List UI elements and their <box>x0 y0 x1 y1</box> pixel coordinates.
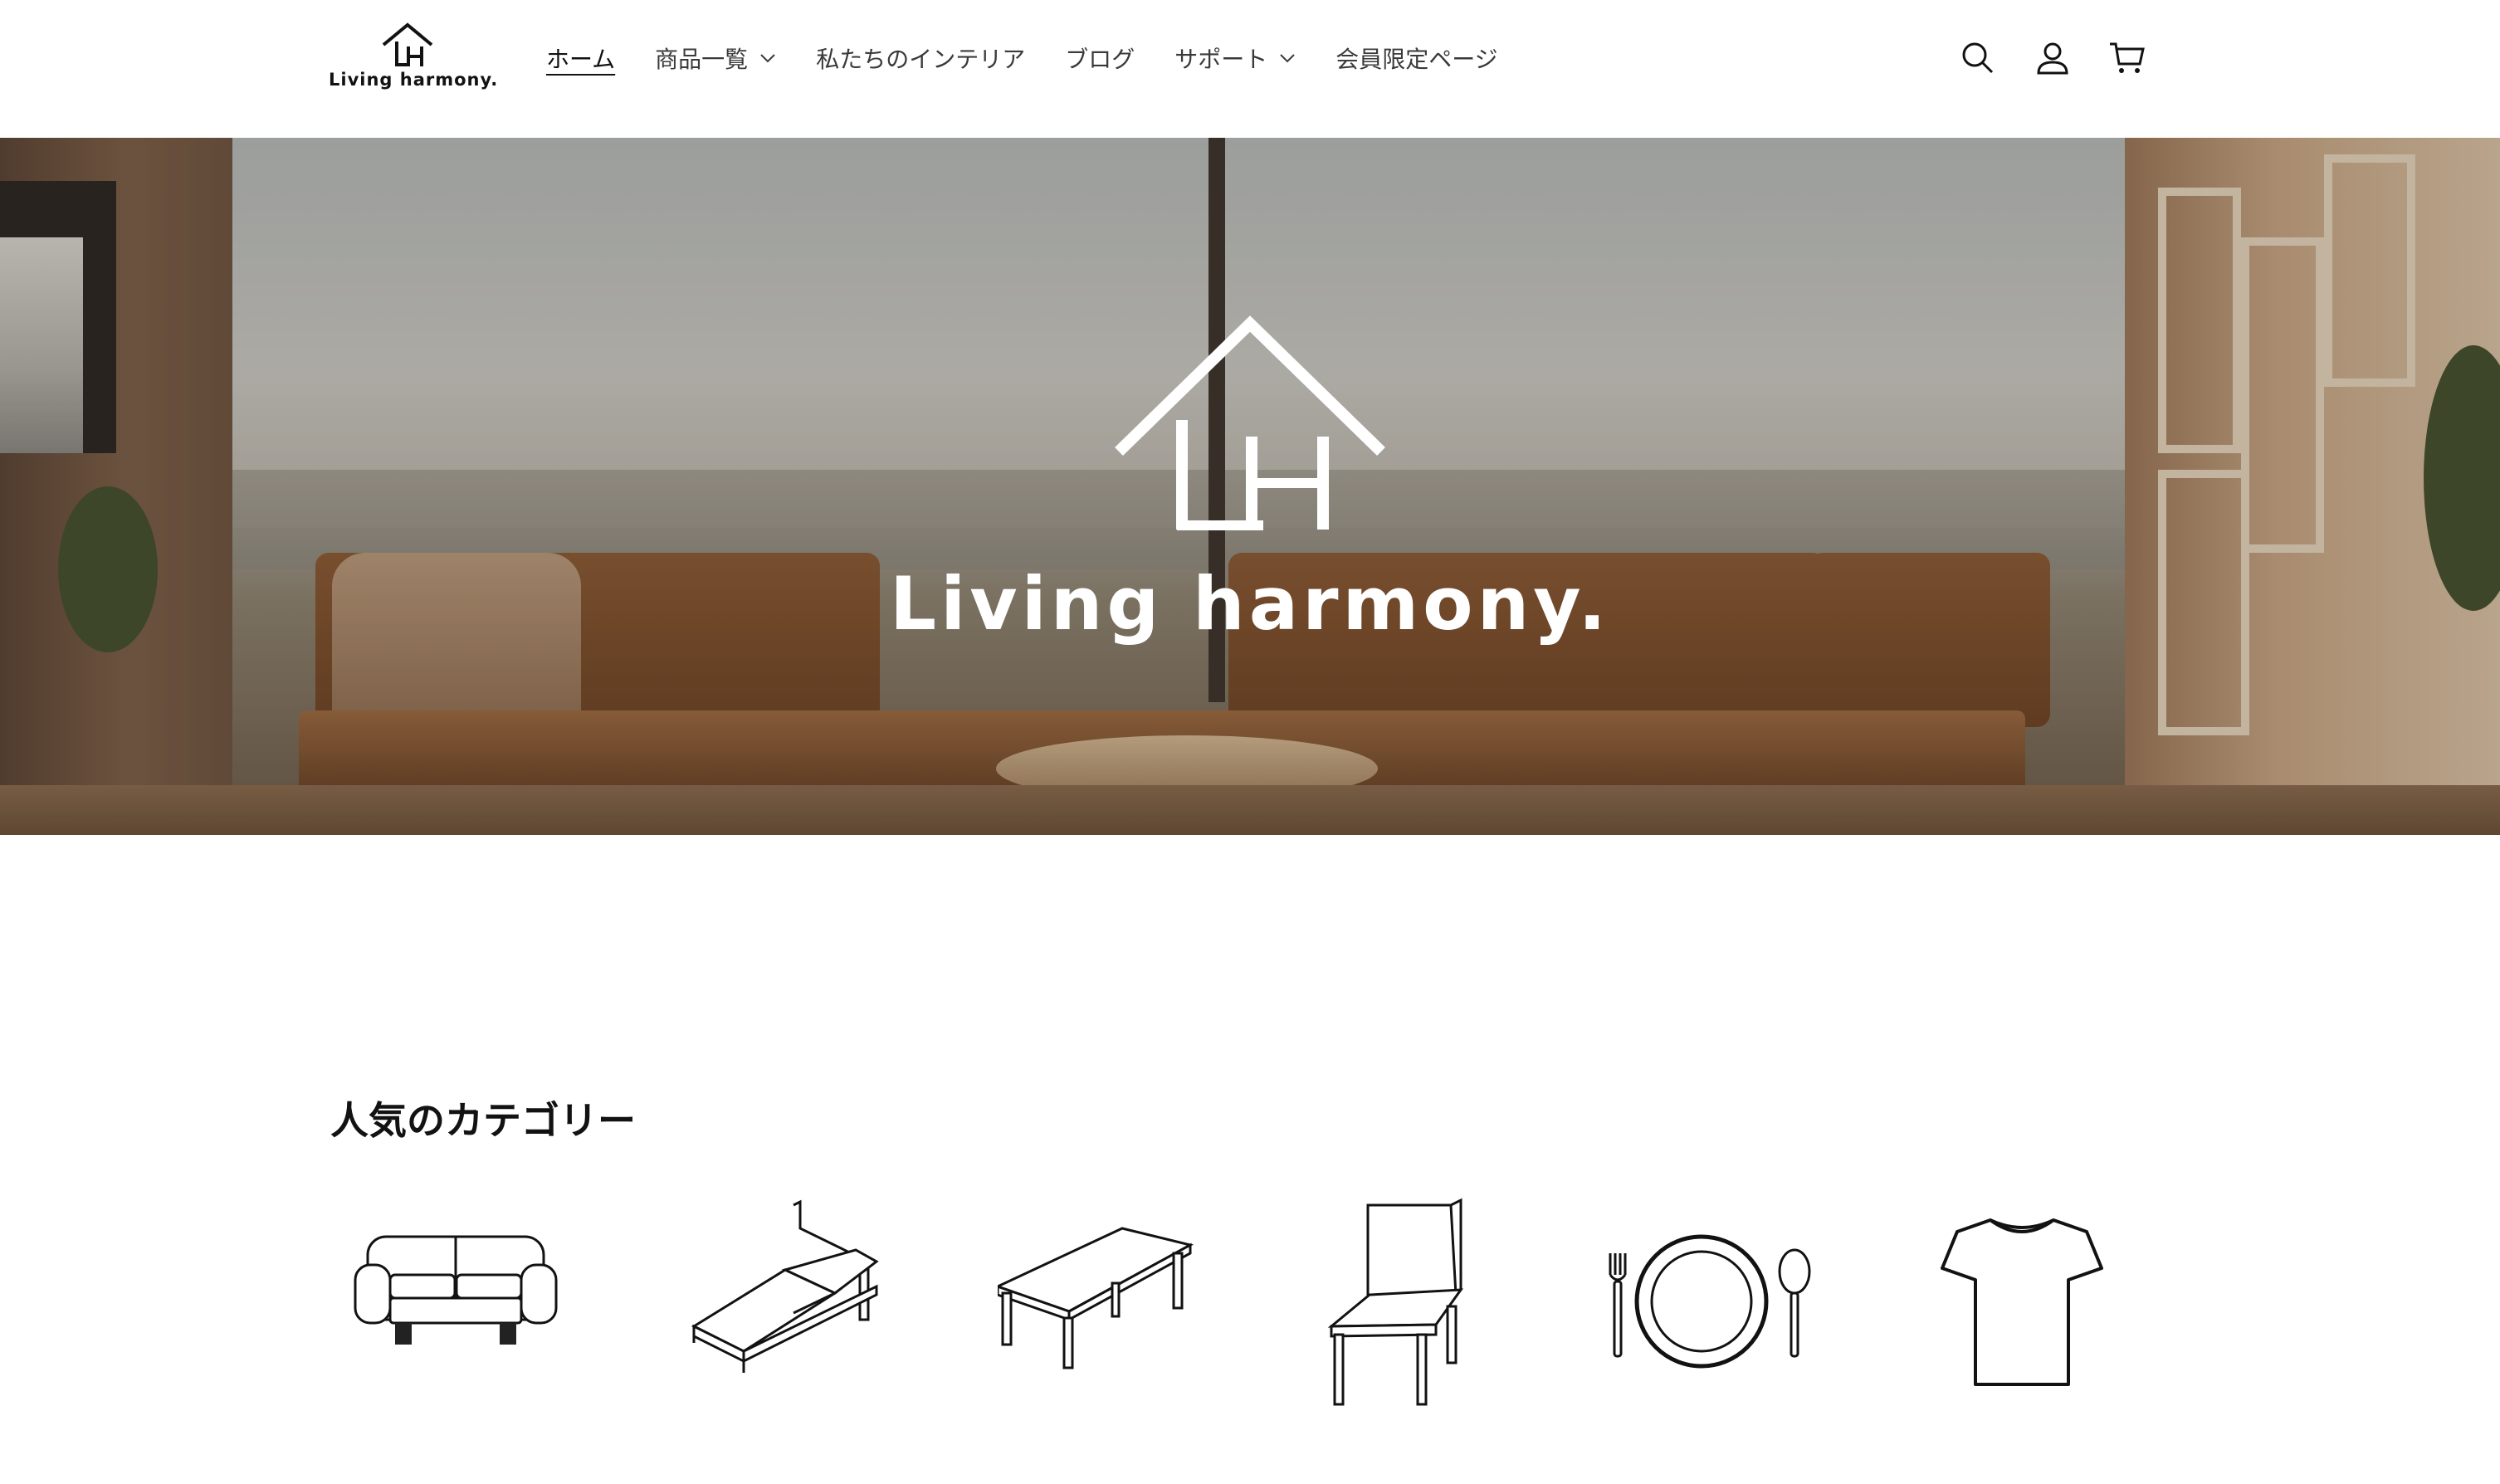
chair-icon <box>1327 1198 1464 1406</box>
bed-icon <box>691 1199 879 1373</box>
main-nav: ホーム 商品一覧 私たちのインテリア ブログ サポート 会員限定ページ <box>546 33 1498 83</box>
nav-item-home[interactable]: ホーム <box>546 41 615 75</box>
category-chair[interactable] <box>1323 1195 1572 1428</box>
table-icon <box>998 1227 1194 1369</box>
hero-brand-logo: Living harmony. <box>855 312 1645 647</box>
hero-brand-name: Living harmony. <box>890 561 1610 647</box>
chevron-down-icon <box>760 54 775 63</box>
nav-item-members[interactable]: 会員限定ページ <box>1335 41 1497 75</box>
header-icons <box>1959 33 2146 83</box>
nav-item-label: ブログ <box>1065 46 1135 73</box>
tshirt-icon <box>1941 1218 2103 1386</box>
category-tableware[interactable] <box>1599 1195 1848 1428</box>
nav-item-label: 商品一覧 <box>655 46 749 73</box>
nav-item-label: ホーム <box>546 46 616 73</box>
nav-item-support[interactable]: サポート <box>1174 41 1296 75</box>
nav-item-products[interactable]: 商品一覧 <box>655 41 776 75</box>
chevron-down-icon <box>1280 54 1295 63</box>
site-logo[interactable]: Living harmony. <box>329 22 499 96</box>
section-title-popular-categories: 人気のカテゴリー <box>330 1098 636 1144</box>
category-sofa[interactable] <box>330 1195 579 1428</box>
sofa-icon <box>354 1235 558 1345</box>
site-header: Living harmony. ホーム 商品一覧 私たちのインテリア ブログ サ… <box>0 0 2500 138</box>
category-list <box>330 1195 2156 1428</box>
category-apparel[interactable] <box>1906 1195 2155 1428</box>
nav-item-label: 私たちのインテリア <box>816 46 1026 73</box>
category-table[interactable] <box>998 1195 1247 1428</box>
nav-item-label: 会員限定ページ <box>1335 46 1498 73</box>
nav-item-blog[interactable]: ブログ <box>1065 41 1135 75</box>
cart-icon[interactable] <box>2108 39 2146 77</box>
hero-banner: Living harmony. <box>0 138 2500 835</box>
logo-text: Living harmony. <box>329 70 499 90</box>
nav-item-label: サポート <box>1174 46 1268 73</box>
nav-item-our-interior[interactable]: 私たちのインテリア <box>816 41 1025 75</box>
tableware-icon <box>1609 1234 1811 1369</box>
category-bed[interactable] <box>669 1195 918 1428</box>
search-icon[interactable] <box>1959 39 1997 77</box>
house-logo-icon <box>1115 315 1385 530</box>
account-icon[interactable] <box>2034 39 2072 77</box>
house-logo-icon <box>382 22 433 66</box>
